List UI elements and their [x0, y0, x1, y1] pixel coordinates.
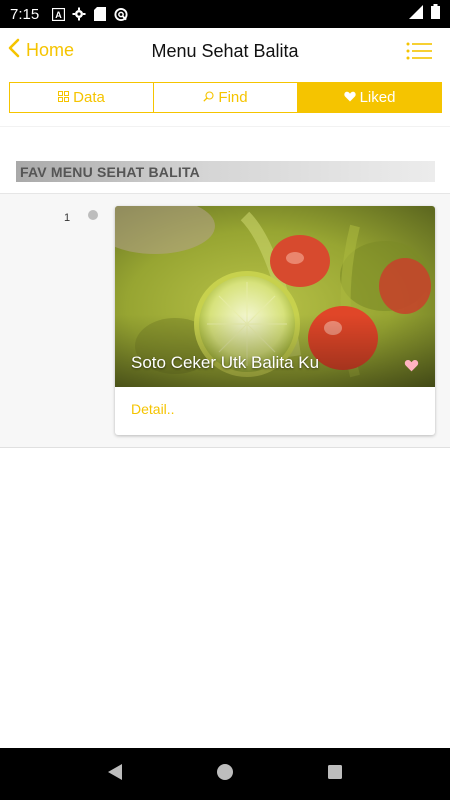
tab-data[interactable]: Data	[10, 83, 154, 112]
menu-card[interactable]: Soto Ceker Utk Balita Ku Detail..	[115, 206, 435, 435]
menu-card-image: Soto Ceker Utk Balita Ku	[115, 206, 435, 387]
detail-link[interactable]: Detail..	[131, 401, 175, 417]
list-menu-icon	[406, 42, 432, 64]
circle-home-icon	[216, 763, 234, 786]
segmented-tabs: Data Find Liked	[9, 82, 442, 113]
app-header: Home Menu Sehat Balita	[0, 28, 450, 74]
section-title: FAV MENU SEHAT BALITA	[20, 163, 200, 180]
divider	[0, 447, 450, 448]
menu-card-title: Soto Ceker Utk Balita Ku	[131, 353, 320, 372]
heart-icon	[343, 89, 356, 106]
chevron-left-icon	[8, 38, 26, 63]
battery-icon	[431, 4, 440, 24]
nav-back-button[interactable]	[95, 754, 135, 794]
status-right	[409, 4, 440, 24]
divider	[0, 126, 450, 127]
item-index: 1	[64, 212, 71, 224]
status-time: 7:15	[10, 5, 40, 23]
search-icon	[203, 89, 214, 106]
list-menu-button[interactable]	[406, 42, 432, 60]
a-box-icon: A	[51, 7, 65, 21]
svg-text:A: A	[55, 10, 62, 20]
item-dot	[88, 210, 98, 220]
tab-liked-label: Liked	[359, 89, 396, 106]
status-icons: A	[51, 7, 128, 21]
app-screen: 7:15 A Home Menu Sehat Balita Data Find …	[0, 0, 450, 800]
sync-icon	[114, 7, 128, 21]
tab-find-label: Find	[218, 89, 248, 106]
menu-card-footer: Detail..	[115, 387, 435, 433]
tab-liked[interactable]: Liked	[298, 83, 441, 112]
system-nav-bar	[0, 748, 450, 800]
square-recents-icon	[327, 764, 343, 785]
nav-recents-button[interactable]	[315, 754, 355, 794]
triangle-back-icon	[107, 763, 123, 786]
section-header: FAV MENU SEHAT BALITA	[16, 161, 435, 182]
sd-card-icon	[93, 7, 107, 21]
settings-icon	[72, 7, 86, 21]
liked-heart-icon[interactable]	[404, 359, 419, 377]
nav-home-button[interactable]	[205, 754, 245, 794]
back-button-label: Home	[26, 40, 75, 60]
tab-find[interactable]: Find	[154, 83, 298, 112]
tab-data-label: Data	[73, 89, 105, 106]
back-button[interactable]: Home	[8, 38, 74, 63]
grid-icon	[58, 89, 70, 106]
signal-icon	[409, 4, 423, 24]
status-bar: 7:15 A	[0, 0, 450, 28]
